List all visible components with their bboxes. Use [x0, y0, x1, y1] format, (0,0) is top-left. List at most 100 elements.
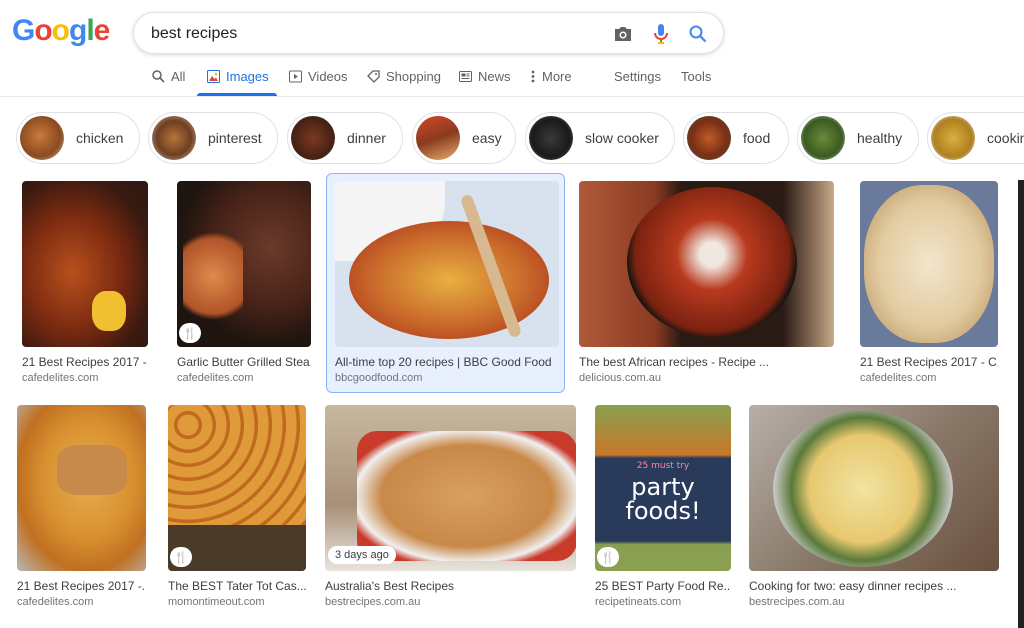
chip-label: dinner [347, 130, 386, 146]
result-image[interactable]: 🍴 [168, 405, 306, 571]
logo-letter: o [34, 14, 52, 47]
image-result[interactable]: 25 must try party foods! 🍴 25 BEST Party… [595, 405, 731, 615]
result-image[interactable] [17, 405, 146, 571]
recipe-badge: 🍴 [597, 547, 619, 567]
newspaper-icon [458, 69, 472, 83]
chip-label: slow cooker [585, 130, 659, 146]
shrimp [183, 221, 243, 331]
result-image[interactable] [22, 181, 148, 347]
chip-label: easy [472, 130, 502, 146]
gnocchi-pan [773, 411, 953, 567]
overlay-subtitle: 25 must try [636, 461, 690, 471]
result-title[interactable]: Cooking for two: easy dinner recipes ... [749, 579, 999, 593]
image-result[interactable]: 21 Best Recipes 2017 - C... cafedelites.… [860, 181, 998, 391]
chip-chicken[interactable]: chicken [16, 112, 140, 164]
result-domain[interactable]: bestrecipes.com.au [325, 596, 420, 608]
result-domain[interactable]: bestrecipes.com.au [749, 596, 844, 608]
image-result[interactable]: 21 Best Recipes 2017 -... cafedelites.co… [17, 405, 146, 615]
result-domain[interactable]: momontimeout.com [168, 596, 265, 608]
camera-icon[interactable] [612, 23, 634, 45]
search-tabs: All Images Videos Shopping News More Set… [0, 60, 1024, 97]
result-image[interactable] [579, 181, 834, 347]
tab-label: Settings [614, 68, 661, 84]
search-icon[interactable] [687, 23, 709, 45]
image-icon [206, 69, 220, 83]
chip-label: cooking [987, 130, 1024, 146]
result-title[interactable]: All-time top 20 recipes | BBC Good Food [335, 355, 559, 369]
play-icon [288, 69, 302, 83]
image-result[interactable]: 🍴 The BEST Tater Tot Cas... momontimeout… [168, 405, 306, 615]
tab-shopping[interactable]: Shopping [366, 68, 441, 84]
kebab-icon [530, 69, 536, 83]
tab-images[interactable]: Images [206, 68, 269, 84]
tab-news[interactable]: News [458, 68, 511, 84]
chip-thumbnail [416, 116, 460, 160]
side-panel-edge[interactable] [1018, 180, 1024, 628]
result-domain[interactable]: cafedelites.com [177, 372, 253, 384]
chip-easy[interactable]: easy [412, 112, 516, 164]
result-image[interactable] [749, 405, 999, 571]
tab-more[interactable]: More [530, 68, 572, 84]
result-domain[interactable]: cafedelites.com [860, 372, 936, 384]
result-image[interactable] [335, 181, 559, 347]
shakshuka-pan [627, 187, 797, 337]
active-tab-indicator [197, 93, 277, 96]
result-title[interactable]: The BEST Tater Tot Cas... [168, 579, 306, 593]
image-result[interactable]: 🍴 Garlic Butter Grilled Stea... cafedeli… [177, 181, 311, 391]
age-badge: 3 days ago [328, 546, 396, 564]
result-image[interactable]: 🍴 [177, 181, 311, 347]
chip-healthy[interactable]: healthy [797, 112, 919, 164]
fork-knife-icon: 🍴 [601, 551, 615, 564]
google-logo[interactable]: Google [12, 14, 111, 48]
image-result-selected[interactable]: All-time top 20 recipes | BBC Good Food … [335, 181, 559, 391]
result-domain[interactable]: delicious.com.au [579, 372, 661, 384]
chip-label: pinterest [208, 130, 262, 146]
chip-thumbnail [291, 116, 335, 160]
logo-letter: g [69, 14, 87, 47]
tab-label: More [542, 68, 572, 84]
logo-letter: e [93, 14, 111, 47]
result-title[interactable]: 21 Best Recipes 2017 -... [17, 579, 146, 593]
chip-thumbnail [687, 116, 731, 160]
tab-label: All [171, 68, 186, 84]
tag-icon [366, 69, 380, 83]
fork-knife-icon: 🍴 [183, 327, 197, 340]
search-input[interactable] [151, 23, 591, 45]
search-box[interactable] [133, 12, 724, 54]
image-result[interactable]: The best African recipes - Recipe ... de… [579, 181, 834, 391]
result-domain[interactable]: cafedelites.com [22, 372, 98, 384]
result-title[interactable]: 21 Best Recipes 2017 - ... [22, 355, 148, 369]
image-result[interactable]: 21 Best Recipes 2017 - ... cafedelites.c… [22, 181, 148, 391]
chip-thumbnail [20, 116, 64, 160]
result-title[interactable]: 25 BEST Party Food Re... [595, 579, 731, 593]
tab-label: Shopping [386, 68, 441, 84]
result-domain[interactable]: cafedelites.com [17, 596, 93, 608]
chip-food[interactable]: food [683, 112, 789, 164]
tab-videos[interactable]: Videos [288, 68, 348, 84]
chip-label: food [743, 130, 771, 146]
result-title[interactable]: 21 Best Recipes 2017 - C... [860, 355, 998, 369]
result-image[interactable]: 25 must try party foods! 🍴 [595, 405, 731, 571]
result-image[interactable] [860, 181, 998, 347]
result-title[interactable]: Australia's Best Recipes [325, 579, 576, 593]
result-domain[interactable]: bbcgoodfood.com [335, 372, 422, 384]
tab-label: Tools [681, 68, 712, 84]
result-image[interactable]: 3 days ago [325, 405, 576, 571]
tab-all[interactable]: All [151, 68, 185, 84]
image-result[interactable]: Cooking for two: easy dinner recipes ...… [749, 405, 999, 615]
tab-tools[interactable]: Tools [681, 68, 711, 84]
overlay-title-line1: party [631, 473, 695, 501]
result-title[interactable]: The best African recipes - Recipe ... [579, 355, 834, 369]
tab-settings[interactable]: Settings [614, 68, 661, 84]
chip-dinner[interactable]: dinner [287, 112, 403, 164]
overlay-title-line2: foods! [625, 497, 701, 525]
recipe-badge: 🍴 [170, 547, 192, 567]
search-icon [151, 69, 165, 83]
result-domain[interactable]: recipetineats.com [595, 596, 681, 608]
chip-slow-cooker[interactable]: slow cooker [525, 112, 675, 164]
mic-icon[interactable] [650, 23, 672, 45]
chip-pinterest[interactable]: pinterest [148, 112, 278, 164]
chip-cooking[interactable]: cooking [927, 112, 1024, 164]
result-title[interactable]: Garlic Butter Grilled Stea... [177, 355, 311, 369]
image-result[interactable]: 3 days ago Australia's Best Recipes best… [325, 405, 576, 615]
